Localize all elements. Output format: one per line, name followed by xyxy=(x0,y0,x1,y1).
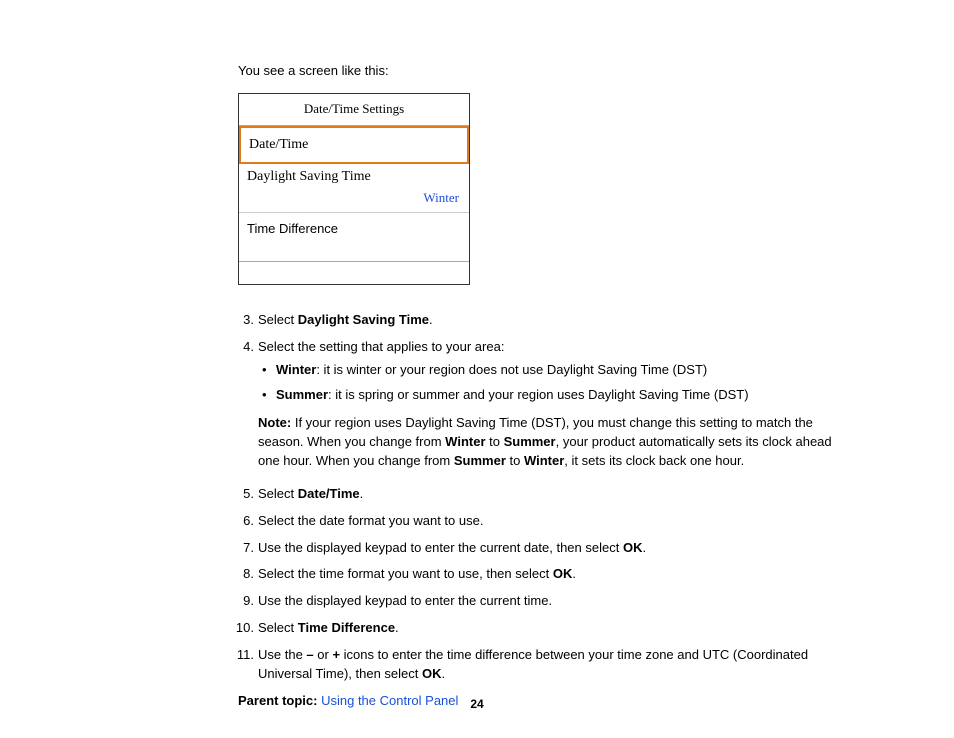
device-row-dst: Daylight Saving Time Winter xyxy=(239,164,469,213)
device-row-timediff: Time Difference xyxy=(239,213,469,261)
step-5: Select Date/Time. xyxy=(258,485,846,504)
intro-text: You see a screen like this: xyxy=(238,62,846,81)
bullet-summer: Summer: it is spring or summer and your … xyxy=(276,386,846,405)
page-number: 24 xyxy=(0,696,954,713)
device-row-selected: Date/Time xyxy=(239,126,469,164)
step-10: Select Time Difference. xyxy=(258,619,846,638)
step-3: Select Daylight Saving Time. xyxy=(258,311,846,330)
device-screenshot: Date/Time Settings Date/Time Daylight Sa… xyxy=(238,93,470,285)
step-4: Select the setting that applies to your … xyxy=(258,338,846,471)
steps-list: Select Daylight Saving Time. Select the … xyxy=(238,311,846,684)
note-text: Note: If your region uses Daylight Savin… xyxy=(258,414,846,471)
step-7: Use the displayed keypad to enter the cu… xyxy=(258,539,846,558)
device-footer xyxy=(239,261,469,284)
device-title: Date/Time Settings xyxy=(239,94,469,126)
device-row-dst-label: Daylight Saving Time xyxy=(239,164,469,189)
device-row-dst-value: Winter xyxy=(239,189,469,212)
step-11: Use the – or + icons to enter the time d… xyxy=(258,646,846,684)
step-9: Use the displayed keypad to enter the cu… xyxy=(258,592,846,611)
step-6: Select the date format you want to use. xyxy=(258,512,846,531)
step-8: Select the time format you want to use, … xyxy=(258,565,846,584)
bullet-winter: Winter: it is winter or your region does… xyxy=(276,361,846,380)
